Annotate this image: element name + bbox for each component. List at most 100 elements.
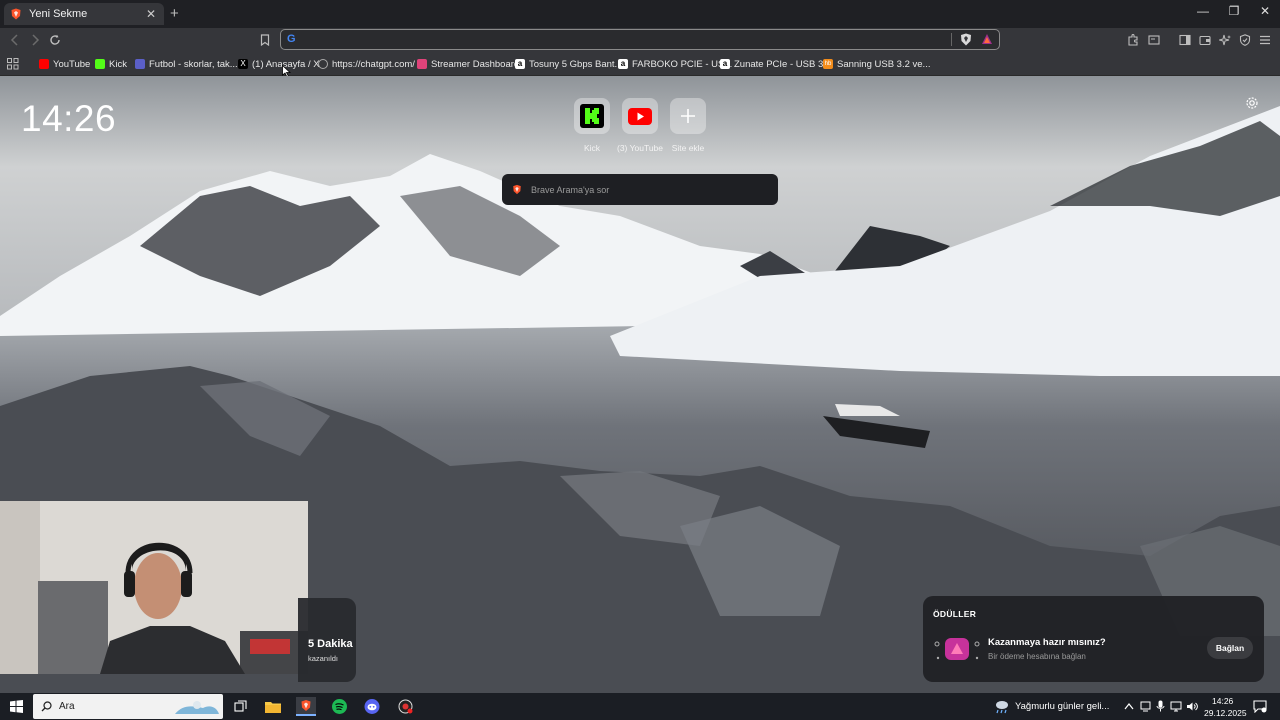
sparkle-icon (1219, 34, 1231, 46)
tab-groups-button[interactable] (1145, 31, 1163, 49)
bookmark-chatgpt[interactable]: https://chatgpt.com/ (318, 57, 415, 71)
bookmark-page-button[interactable] (256, 31, 274, 49)
toolbar: G (0, 28, 1280, 52)
tile-icon-frame (574, 98, 610, 134)
notification-icon[interactable] (1253, 700, 1267, 713)
wallet-button[interactable] (1196, 31, 1214, 49)
close-window-button[interactable]: ✕ (1250, 4, 1280, 18)
stat-value: 5 Dakika (308, 638, 353, 650)
brave-icon (11, 8, 21, 20)
start-button[interactable] (6, 697, 26, 716)
reload-icon (50, 34, 60, 45)
rewards-decoration-icon (934, 638, 980, 660)
bookmark-kick[interactable]: Kick (95, 57, 127, 71)
hamburger-icon (1260, 35, 1270, 45)
chevron-up-icon[interactable] (1124, 702, 1134, 710)
webcam-overlay (0, 501, 308, 674)
weather-text[interactable]: Yağmurlu günler geli... (1015, 701, 1109, 712)
bookmark-label: Kick (109, 58, 127, 70)
bookmark-sanning[interactable]: hb Sanning USB 3.2 ve... (823, 57, 930, 71)
spotify-icon (331, 699, 347, 714)
youtube-icon (39, 59, 49, 69)
leo-ai-button[interactable] (1216, 31, 1234, 49)
address-input[interactable] (303, 32, 943, 47)
bookmark-zunate[interactable]: a Zunate PCIe - USB 3... (720, 57, 831, 71)
network-icon[interactable] (1170, 701, 1182, 712)
search-icon (41, 701, 52, 712)
discord-button[interactable] (362, 697, 382, 716)
bookmark-farboko[interactable]: a FARBOKO PCIE - US... (618, 57, 732, 71)
stats-card: 5 Dakika kazanıldı (298, 598, 356, 682)
chevron-right-icon (32, 34, 40, 46)
search-placeholder: Brave Arama'ya sor (531, 184, 610, 195)
taskbar-time[interactable]: 14:26 (1212, 696, 1233, 706)
volume-icon[interactable] (1186, 701, 1198, 712)
sidebar-button[interactable] (1176, 31, 1194, 49)
chevron-left-icon (10, 34, 18, 46)
window-icon (1148, 35, 1160, 45)
microphone-icon[interactable] (1156, 700, 1165, 712)
device-icon[interactable] (1140, 701, 1151, 712)
brave-rewards-icon[interactable] (981, 33, 993, 45)
address-bar[interactable]: G (280, 29, 1000, 50)
tile-label: Site ekle (671, 143, 705, 153)
rewards-question: Kazanmaya hazır mısınız? (988, 637, 1106, 648)
extensions-button[interactable] (1124, 31, 1142, 49)
brave-search-box[interactable]: Brave Arama'ya sor (502, 174, 778, 205)
taskbar-search[interactable]: Ara (33, 694, 223, 719)
tab-close-icon[interactable]: ✕ (144, 7, 158, 21)
discord-icon (364, 699, 380, 714)
bookmark-label: Tosuny 5 Gbps Bant... (529, 58, 623, 70)
plus-icon (681, 109, 695, 123)
minimize-button[interactable]: — (1188, 4, 1218, 18)
tile-icon-frame (622, 98, 658, 134)
bookmark-label: Sanning USB 3.2 ve... (837, 58, 931, 70)
back-button[interactable] (6, 31, 24, 49)
tab-new-tab[interactable]: Yeni Sekme ✕ (4, 3, 164, 25)
taskbar-date[interactable]: 29.12.2025 (1204, 708, 1247, 718)
task-view-icon (233, 700, 247, 712)
bookmarks-bar: YouTube Kick Futbol - skorlar, tak... X … (0, 52, 1280, 78)
reload-button[interactable] (46, 31, 64, 49)
google-icon: G (287, 33, 296, 45)
bookmark-label: YouTube (53, 58, 91, 70)
gear-icon[interactable] (1245, 96, 1259, 110)
amazon-icon: a (720, 59, 730, 69)
kick-icon (95, 59, 105, 69)
connect-button[interactable]: Bağlan (1207, 637, 1253, 659)
streamer-icon (417, 59, 427, 69)
weather-rain-icon (996, 701, 1008, 714)
kick-icon (580, 104, 604, 128)
puzzle-icon (1128, 34, 1138, 46)
rewards-header: ÖDÜLLER (933, 609, 977, 619)
top-site-add[interactable]: Site ekle (666, 98, 710, 153)
globe-icon (318, 59, 328, 69)
bookmark-label: FARBOKO PCIE - US... (632, 58, 733, 70)
shield-check-icon (1239, 34, 1251, 46)
bookmark-futbol[interactable]: Futbol - skorlar, tak... (135, 57, 238, 71)
bookmark-label: https://chatgpt.com/ (332, 58, 415, 70)
tab-title: Yeni Sekme (29, 8, 88, 20)
recorder-button[interactable] (395, 697, 415, 716)
bookmark-label: Futbol - skorlar, tak... (149, 58, 238, 70)
menu-button[interactable] (1256, 31, 1274, 49)
apps-grid-icon[interactable] (7, 58, 19, 70)
forward-button[interactable] (26, 31, 44, 49)
webcam-person-image (0, 501, 308, 674)
bookmark-x[interactable]: X (1) Anasayfa / X (238, 57, 320, 71)
spotify-button[interactable] (329, 697, 349, 716)
windows-icon (9, 700, 23, 713)
vpn-button[interactable] (1236, 31, 1254, 49)
bookmark-youtube[interactable]: YouTube (39, 57, 90, 71)
file-explorer-button[interactable] (263, 697, 283, 716)
bookmark-tosuny[interactable]: a Tosuny 5 Gbps Bant... (515, 57, 622, 71)
brave-shields-icon[interactable] (960, 33, 972, 46)
maximize-button[interactable]: ❐ (1219, 4, 1249, 18)
new-tab-page: 14:26 Kick (3) YouTube Site ekle Brave A… (0, 76, 1280, 693)
task-view-button[interactable] (230, 697, 250, 716)
bookmark-streamer-dashboard[interactable]: Streamer Dashboard (417, 57, 519, 71)
brave-taskbar-button[interactable] (296, 697, 316, 716)
new-tab-button[interactable]: + (170, 5, 179, 22)
search-highlight-image (175, 701, 219, 714)
youtube-icon (628, 107, 652, 125)
